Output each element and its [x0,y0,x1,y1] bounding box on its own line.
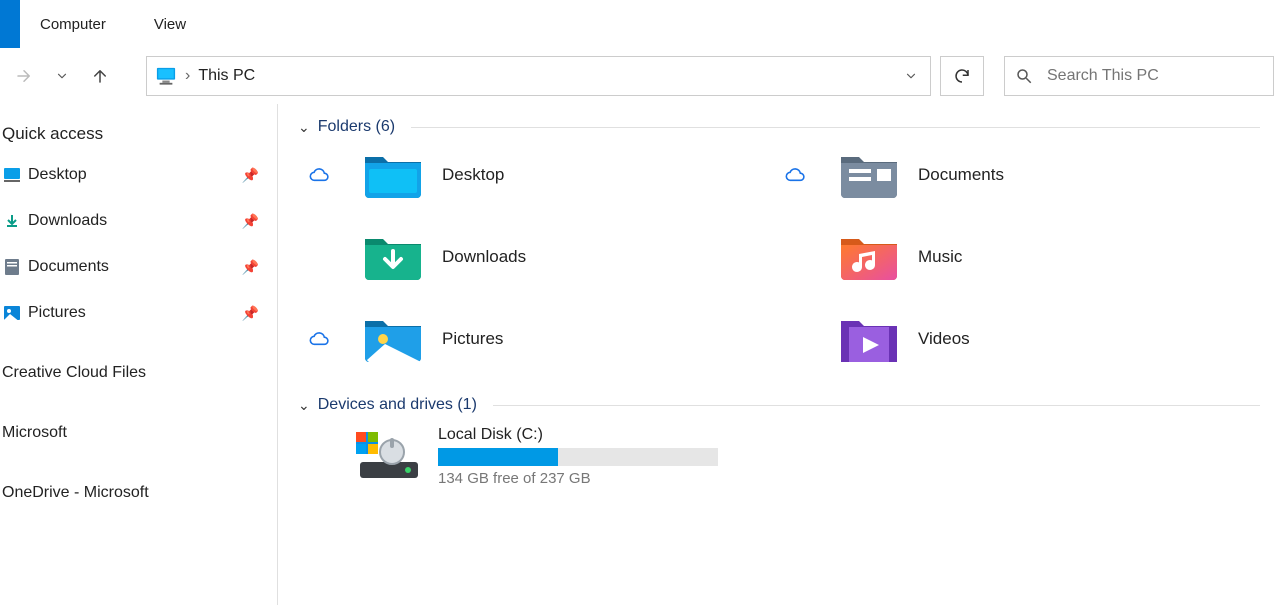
navbar: › This PC [0,48,1280,104]
nav-forward-icon[interactable] [12,64,36,88]
sidebar-item-pictures[interactable]: Pictures 📌 [0,290,277,336]
sidebar-item-microsoft[interactable]: Microsoft [0,410,277,456]
drive-usage-bar [438,448,718,466]
folder-label: Music [918,247,962,267]
folder-videos[interactable]: Videos [784,312,1260,366]
downloads-icon [2,211,22,231]
folder-documents[interactable]: Documents [784,148,1260,202]
sidebar-item-label: Creative Cloud Files [2,364,146,382]
group-header-folders[interactable]: ⌄ Folders (6) [298,118,1260,136]
folder-label: Desktop [442,165,504,185]
group-title: Folders (6) [318,118,395,136]
breadcrumb-sep-icon: › [185,67,190,85]
breadcrumb-this-pc[interactable]: This PC [198,67,255,85]
sidebar-item-onedrive[interactable]: OneDrive - Microsoft [0,470,277,516]
ribbon-tab-view[interactable]: View [154,16,186,33]
folder-icon [360,148,426,202]
sidebar-item-creative-cloud[interactable]: Creative Cloud Files [0,350,277,396]
this-pc-icon [155,66,177,86]
folder-desktop[interactable]: Desktop [308,148,784,202]
folder-pictures[interactable]: Pictures [308,312,784,366]
search-box[interactable] [1004,56,1274,96]
sidebar-item-downloads[interactable]: Downloads 📌 [0,198,277,244]
sidebar-item-label: Desktop [28,166,87,184]
folder-icon [836,148,902,202]
pin-icon: 📌 [242,167,259,184]
cloud-sync-icon [784,167,820,183]
folder-label: Videos [918,329,970,349]
address-bar[interactable]: › This PC [146,56,931,96]
sidebar-item-documents[interactable]: Documents 📌 [0,244,277,290]
ribbon-tab-computer[interactable]: Computer [40,16,106,33]
sidebar: Quick access Desktop 📌 Downloads 📌 Docum… [0,104,278,605]
ribbon: Computer View [0,0,1280,48]
folder-icon [360,312,426,366]
folder-label: Pictures [442,329,503,349]
sidebar-item-desktop[interactable]: Desktop 📌 [0,152,277,198]
group-header-drives[interactable]: ⌄ Devices and drives (1) [298,396,1260,414]
sidebar-item-label: Pictures [28,304,86,322]
group-title: Devices and drives (1) [318,396,477,414]
sidebar-quick-access[interactable]: Quick access [0,116,277,152]
nav-recent-dropdown-icon[interactable] [50,64,74,88]
desktop-icon [2,165,22,185]
folder-icon [360,230,426,284]
sidebar-item-label: Microsoft [2,424,67,442]
nav-up-icon[interactable] [88,64,112,88]
chevron-down-icon: ⌄ [298,397,310,414]
drive-local-c[interactable]: Local Disk (C:) 134 GB free of 237 GB [298,426,1260,487]
pictures-icon [2,303,22,323]
folder-downloads[interactable]: Downloads [308,230,784,284]
pin-icon: 📌 [242,213,259,230]
sidebar-item-label: Downloads [28,212,107,230]
drive-name: Local Disk (C:) [438,426,718,444]
search-icon [1015,67,1033,85]
sidebar-item-label: Documents [28,258,109,276]
drive-free-text: 134 GB free of 237 GB [438,470,718,487]
address-dropdown-icon[interactable] [900,69,922,83]
cloud-sync-icon [308,167,344,183]
sidebar-item-label: OneDrive - Microsoft [2,484,149,502]
search-input[interactable] [1047,67,1263,85]
drive-icon [354,430,424,484]
folder-label: Documents [918,165,1004,185]
ribbon-file-block[interactable] [0,0,20,48]
refresh-button[interactable] [940,56,984,96]
documents-icon [2,257,22,277]
folder-icon [836,312,902,366]
cloud-sync-icon [308,331,344,347]
folder-music[interactable]: Music [784,230,1260,284]
folder-icon [836,230,902,284]
pin-icon: 📌 [242,259,259,276]
folder-label: Downloads [442,247,526,267]
pin-icon: 📌 [242,305,259,322]
chevron-down-icon: ⌄ [298,119,310,136]
content-pane: ⌄ Folders (6) Desktop [278,104,1280,605]
